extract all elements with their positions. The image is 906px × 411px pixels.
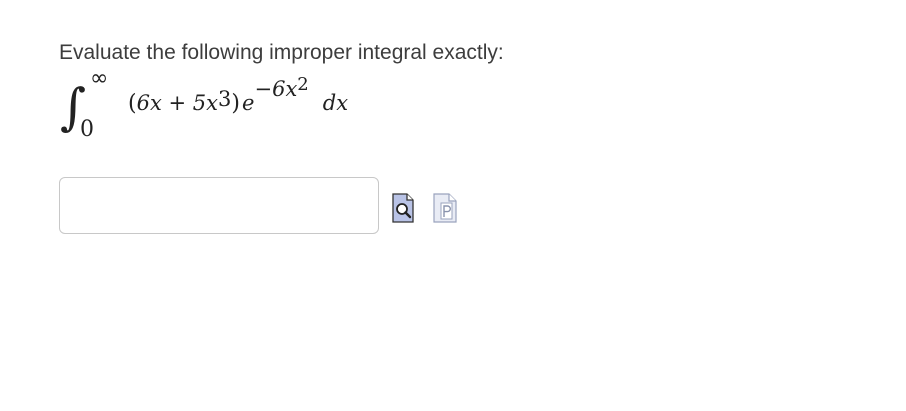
exponent: −6x2	[254, 74, 309, 101]
exponential-base: e	[242, 91, 255, 115]
exponent-power: 2	[297, 74, 309, 95]
term-5x-power: 3	[217, 87, 232, 111]
integral-lower-limit: 0	[80, 117, 94, 142]
question-prompt: Evaluate the following improper integral…	[59, 41, 504, 64]
term-6x: 6x	[136, 91, 162, 115]
plus-sign: +	[161, 91, 193, 115]
integral-expression: ∫ ∞ 0 (6x + 5x3) e−6x2dx	[60, 66, 420, 150]
differential: dx	[322, 91, 349, 115]
pdf-icon[interactable]	[433, 193, 457, 223]
integral-upper-limit: ∞	[90, 66, 109, 91]
pdf-icon-graphic	[433, 193, 457, 223]
exponent-coef: −6x	[254, 77, 298, 101]
open-paren: (	[128, 91, 137, 116]
term-5x: 5x	[192, 91, 218, 115]
close-paren: )	[231, 91, 240, 116]
answer-input[interactable]	[59, 177, 379, 234]
preview-icon[interactable]	[392, 193, 414, 223]
preview-icon-graphic	[392, 193, 414, 223]
integrand: (6x + 5x3) e−6x2 dx	[128, 74, 349, 118]
